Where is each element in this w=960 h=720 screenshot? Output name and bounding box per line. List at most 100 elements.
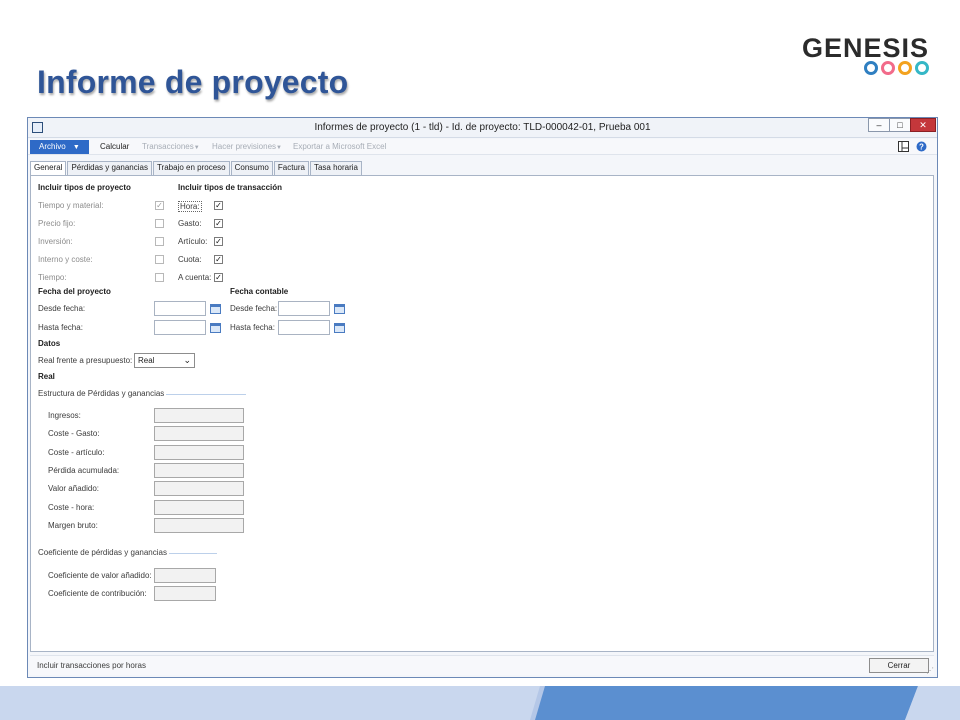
pl-field-label: Valor añadido: xyxy=(48,484,99,493)
project-report-window: Informes de proyecto (1 - tld) - Id. de … xyxy=(27,117,938,678)
project-type-checkbox[interactable] xyxy=(155,273,164,282)
actual-vs-budget-select[interactable]: Real ⌄ xyxy=(134,353,195,368)
pl-field-label: Margen bruto: xyxy=(48,521,98,530)
project-type-checkbox[interactable] xyxy=(155,219,164,228)
transaction-type-label: Artículo: xyxy=(178,237,208,246)
calcular-button[interactable]: Calcular xyxy=(100,142,129,151)
close-window-button[interactable]: ✕ xyxy=(910,118,936,132)
transacciones-menu[interactable]: Transacciones▼ xyxy=(142,142,200,151)
resize-grip-icon[interactable]: ⋰ xyxy=(926,666,934,675)
pl-ratio-heading: Coeficiente de pérdidas y ganancias xyxy=(38,548,167,557)
pl-field-value xyxy=(154,463,244,478)
project-type-checkbox[interactable] xyxy=(155,255,164,264)
project-type-label: Interno y coste: xyxy=(38,255,93,264)
pl-field-value xyxy=(154,481,244,496)
project-date-heading: Fecha del proyecto xyxy=(38,287,111,296)
tab-strip: General Pérdidas y ganancias Trabajo en … xyxy=(30,161,363,176)
slide-title: Informe de proyecto xyxy=(37,64,349,100)
accounting-from-date-label: Desde fecha: xyxy=(230,304,278,313)
calendar-icon[interactable] xyxy=(210,304,221,314)
chevron-down-icon: ⌄ xyxy=(183,355,191,365)
transaction-type-checkbox[interactable]: ✓ xyxy=(214,237,223,246)
archivo-label: Archivo xyxy=(39,142,66,151)
help-icon[interactable]: ? xyxy=(916,141,927,152)
calendar-icon[interactable] xyxy=(334,323,345,333)
archivo-menu-button[interactable]: Archivo ▼ xyxy=(30,140,89,154)
project-type-checkbox[interactable]: ✓ xyxy=(155,201,164,210)
accounting-to-date-input[interactable] xyxy=(278,320,330,335)
real-heading: Real xyxy=(38,372,55,381)
chevron-down-icon: ▼ xyxy=(72,144,80,151)
project-from-date-label: Desde fecha: xyxy=(38,304,86,313)
exportar-excel-button[interactable]: Exportar a Microsoft Excel xyxy=(293,142,386,151)
actual-vs-budget-value: Real xyxy=(138,356,155,365)
transaction-type-checkbox[interactable]: ✓ xyxy=(214,255,223,264)
transaction-type-label: A cuenta: xyxy=(178,273,212,282)
tab-perdidas-ganancias[interactable]: Pérdidas y ganancias xyxy=(67,161,152,175)
logo-ring xyxy=(864,61,878,75)
logo-text: GENESIS xyxy=(802,33,930,63)
status-text: Incluir transacciones por horas xyxy=(37,661,146,670)
logo-ring xyxy=(881,61,895,75)
pl-field-value xyxy=(154,500,244,515)
pl-field-label: Coste - hora: xyxy=(48,503,95,512)
project-to-date-label: Hasta fecha: xyxy=(38,323,83,332)
chevron-down-icon: ▼ xyxy=(193,145,200,151)
pl-field-label: Pérdida acumulada: xyxy=(48,466,120,475)
accounting-date-heading: Fecha contable xyxy=(230,287,289,296)
logo-rings xyxy=(864,61,929,75)
tab-factura[interactable]: Factura xyxy=(273,161,309,175)
layout-icon[interactable] xyxy=(898,141,909,152)
pl-field-value xyxy=(154,518,244,533)
group-divider xyxy=(169,553,217,554)
project-type-checkbox[interactable] xyxy=(155,237,164,246)
calendar-icon[interactable] xyxy=(334,304,345,314)
actual-vs-budget-label: Real frente a presupuesto: xyxy=(38,356,133,365)
hacer-previsiones-menu[interactable]: Hacer previsiones▼ xyxy=(212,142,282,151)
project-type-label: Precio fijo: xyxy=(38,219,76,228)
maximize-button[interactable]: □ xyxy=(889,118,911,132)
transaction-type-checkbox[interactable]: ✓ xyxy=(214,201,223,210)
svg-text:?: ? xyxy=(919,143,924,152)
calendar-icon[interactable] xyxy=(210,323,221,333)
project-to-date-input[interactable] xyxy=(154,320,206,335)
minimize-button[interactable]: – xyxy=(868,118,890,132)
general-tab-panel: Incluir tipos de proyecto Tiempo y mater… xyxy=(30,175,934,652)
pl-field-label: Coste - Gasto: xyxy=(48,429,100,438)
pl-field-value xyxy=(154,445,244,460)
group-divider xyxy=(166,394,246,395)
tab-general[interactable]: General xyxy=(30,161,67,176)
pl-ratio-label: Coeficiente de contribución: xyxy=(48,589,147,598)
pl-structure-heading: Estructura de Pérdidas y ganancias xyxy=(38,389,165,398)
tab-trabajo-en-proceso[interactable]: Trabajo en proceso xyxy=(152,161,230,175)
transaction-type-label: Gasto: xyxy=(178,219,202,228)
pl-ratio-label: Coeficiente de valor añadido: xyxy=(48,571,152,580)
pl-field-label: Coste - artículo: xyxy=(48,448,105,457)
project-type-label: Tiempo y material: xyxy=(38,201,104,210)
project-type-label: Inversión: xyxy=(38,237,73,246)
pl-ratio-value xyxy=(154,586,216,601)
transacciones-label: Transacciones xyxy=(142,142,194,151)
transaction-type-label: Cuota: xyxy=(178,255,202,264)
bottom-decor-band xyxy=(0,686,960,720)
logo-ring xyxy=(915,61,929,75)
cerrar-button[interactable]: Cerrar xyxy=(869,658,929,673)
transaction-type-checkbox[interactable]: ✓ xyxy=(214,273,223,282)
accounting-to-date-label: Hasta fecha: xyxy=(230,323,275,332)
pl-ratio-value xyxy=(154,568,216,583)
project-from-date-input[interactable] xyxy=(154,301,206,316)
genesis-logo: GENESIS xyxy=(802,34,932,78)
tab-tasa-horaria[interactable]: Tasa horaria xyxy=(309,161,363,175)
action-toolbar: Archivo ▼ Calcular Transacciones▼ Hacer … xyxy=(28,139,937,155)
transaction-type-label: Hora: xyxy=(178,201,202,212)
transaction-types-heading: Incluir tipos de transacción xyxy=(178,183,283,192)
window-titlebar: Informes de proyecto (1 - tld) - Id. de … xyxy=(28,118,937,138)
accounting-from-date-input[interactable] xyxy=(278,301,330,316)
pl-field-value xyxy=(154,408,244,423)
logo-ring xyxy=(898,61,912,75)
pl-field-value xyxy=(154,426,244,441)
chevron-down-icon: ▼ xyxy=(276,145,282,151)
transaction-type-checkbox[interactable]: ✓ xyxy=(214,219,223,228)
tab-consumo[interactable]: Consumo xyxy=(230,161,273,175)
data-heading: Datos xyxy=(38,339,61,348)
